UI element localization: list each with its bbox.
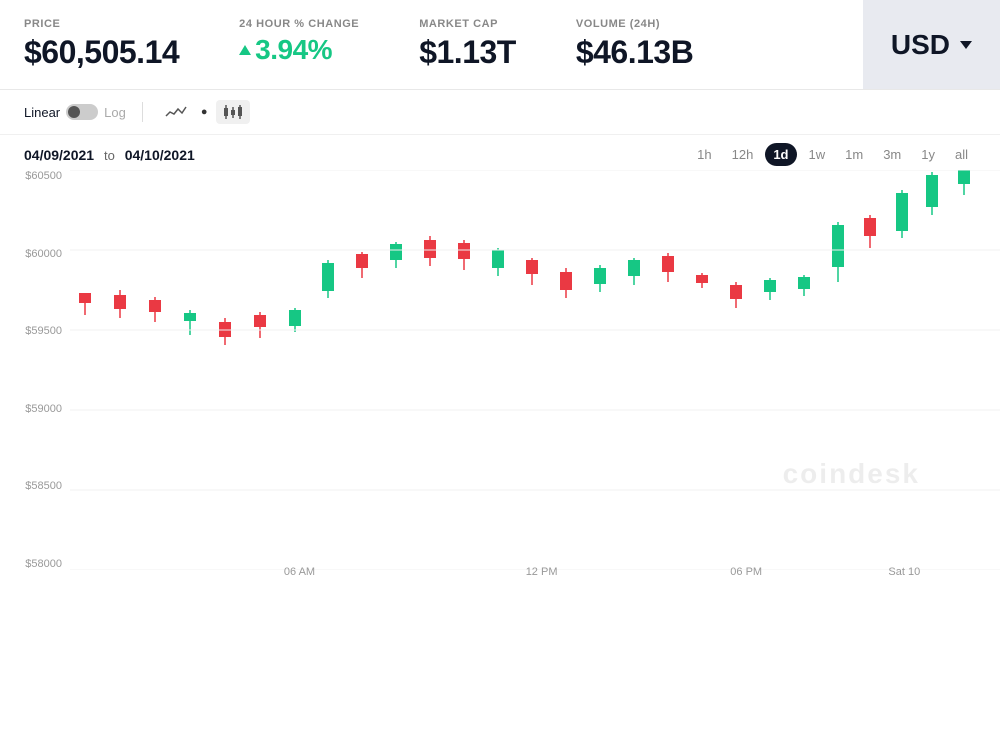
x-label-6pm: 06 PM <box>730 566 762 578</box>
candle-chart-icon <box>222 104 244 120</box>
volume-label: VOLUME (24H) <box>576 18 693 30</box>
date-range: 04/09/2021 to 04/10/2021 <box>24 147 195 163</box>
time-buttons: 1h 12h 1d 1w 1m 3m 1y all <box>689 143 976 166</box>
change-value: 3.94% <box>239 34 359 66</box>
x-label-sat10: Sat 10 <box>888 566 920 578</box>
chart-controls: Linear Log ● <box>0 90 1000 135</box>
arrow-up-icon <box>239 45 251 55</box>
market-cap-label: MARKET CAP <box>419 18 516 30</box>
time-btn-1w[interactable]: 1w <box>801 143 834 166</box>
date-range-bar: 04/09/2021 to 04/10/2021 1h 12h 1d 1w 1m… <box>0 135 1000 170</box>
candle-chart-btn[interactable] <box>216 100 250 124</box>
time-btn-1m[interactable]: 1m <box>837 143 871 166</box>
scale-toggle[interactable] <box>66 104 98 120</box>
linear-label: Linear <box>24 105 60 120</box>
price-label: PRICE <box>24 18 179 30</box>
price-group: PRICE $60,505.14 <box>24 18 179 71</box>
time-btn-1y[interactable]: 1y <box>913 143 943 166</box>
x-label-6am: 06 AM <box>284 566 315 578</box>
chevron-down-icon <box>960 41 972 49</box>
header: PRICE $60,505.14 24 HOUR % CHANGE 3.94% … <box>0 0 1000 90</box>
x-label-12pm: 12 PM <box>526 566 558 578</box>
header-stats: PRICE $60,505.14 24 HOUR % CHANGE 3.94% … <box>0 0 863 89</box>
y-label-1: $60000 <box>0 248 70 260</box>
chart-area: $60500 $60000 $59500 $59000 $58500 $5800… <box>0 170 1000 600</box>
volume-group: VOLUME (24H) $46.13B <box>576 18 693 71</box>
y-label-2: $59500 <box>0 325 70 337</box>
y-axis: $60500 $60000 $59500 $59000 $58500 $5800… <box>0 170 70 570</box>
volume-value: $46.13B <box>576 34 693 71</box>
y-label-5: $58000 <box>0 558 70 570</box>
market-cap-group: MARKET CAP $1.13T <box>419 18 516 71</box>
change-group: 24 HOUR % CHANGE 3.94% <box>239 18 359 66</box>
currency-selector[interactable]: USD <box>863 0 1000 89</box>
line-chart-btn[interactable] <box>159 100 193 124</box>
y-label-4: $58500 <box>0 480 70 492</box>
time-btn-all[interactable]: all <box>947 143 976 166</box>
time-btn-1h[interactable]: 1h <box>689 143 719 166</box>
watermark: coindesk <box>783 458 920 490</box>
line-chart-icon <box>165 104 187 120</box>
time-btn-1d[interactable]: 1d <box>765 143 796 166</box>
toggle-knob <box>68 106 80 118</box>
candles-area: 06 AM 12 PM 06 PM Sat 10 coindesk <box>70 170 1000 570</box>
price-value: $60,505.14 <box>24 34 179 71</box>
scale-toggle-group: Linear Log <box>24 104 126 120</box>
currency-label: USD <box>891 29 972 61</box>
time-btn-12h[interactable]: 12h <box>724 143 762 166</box>
market-cap-value: $1.13T <box>419 34 516 71</box>
change-label: 24 HOUR % CHANGE <box>239 18 359 30</box>
divider <box>142 102 143 122</box>
log-label: Log <box>104 105 126 120</box>
time-btn-3m[interactable]: 3m <box>875 143 909 166</box>
y-label-3: $59000 <box>0 403 70 415</box>
y-label-0: $60500 <box>0 170 70 182</box>
grid-svg <box>70 170 1000 570</box>
